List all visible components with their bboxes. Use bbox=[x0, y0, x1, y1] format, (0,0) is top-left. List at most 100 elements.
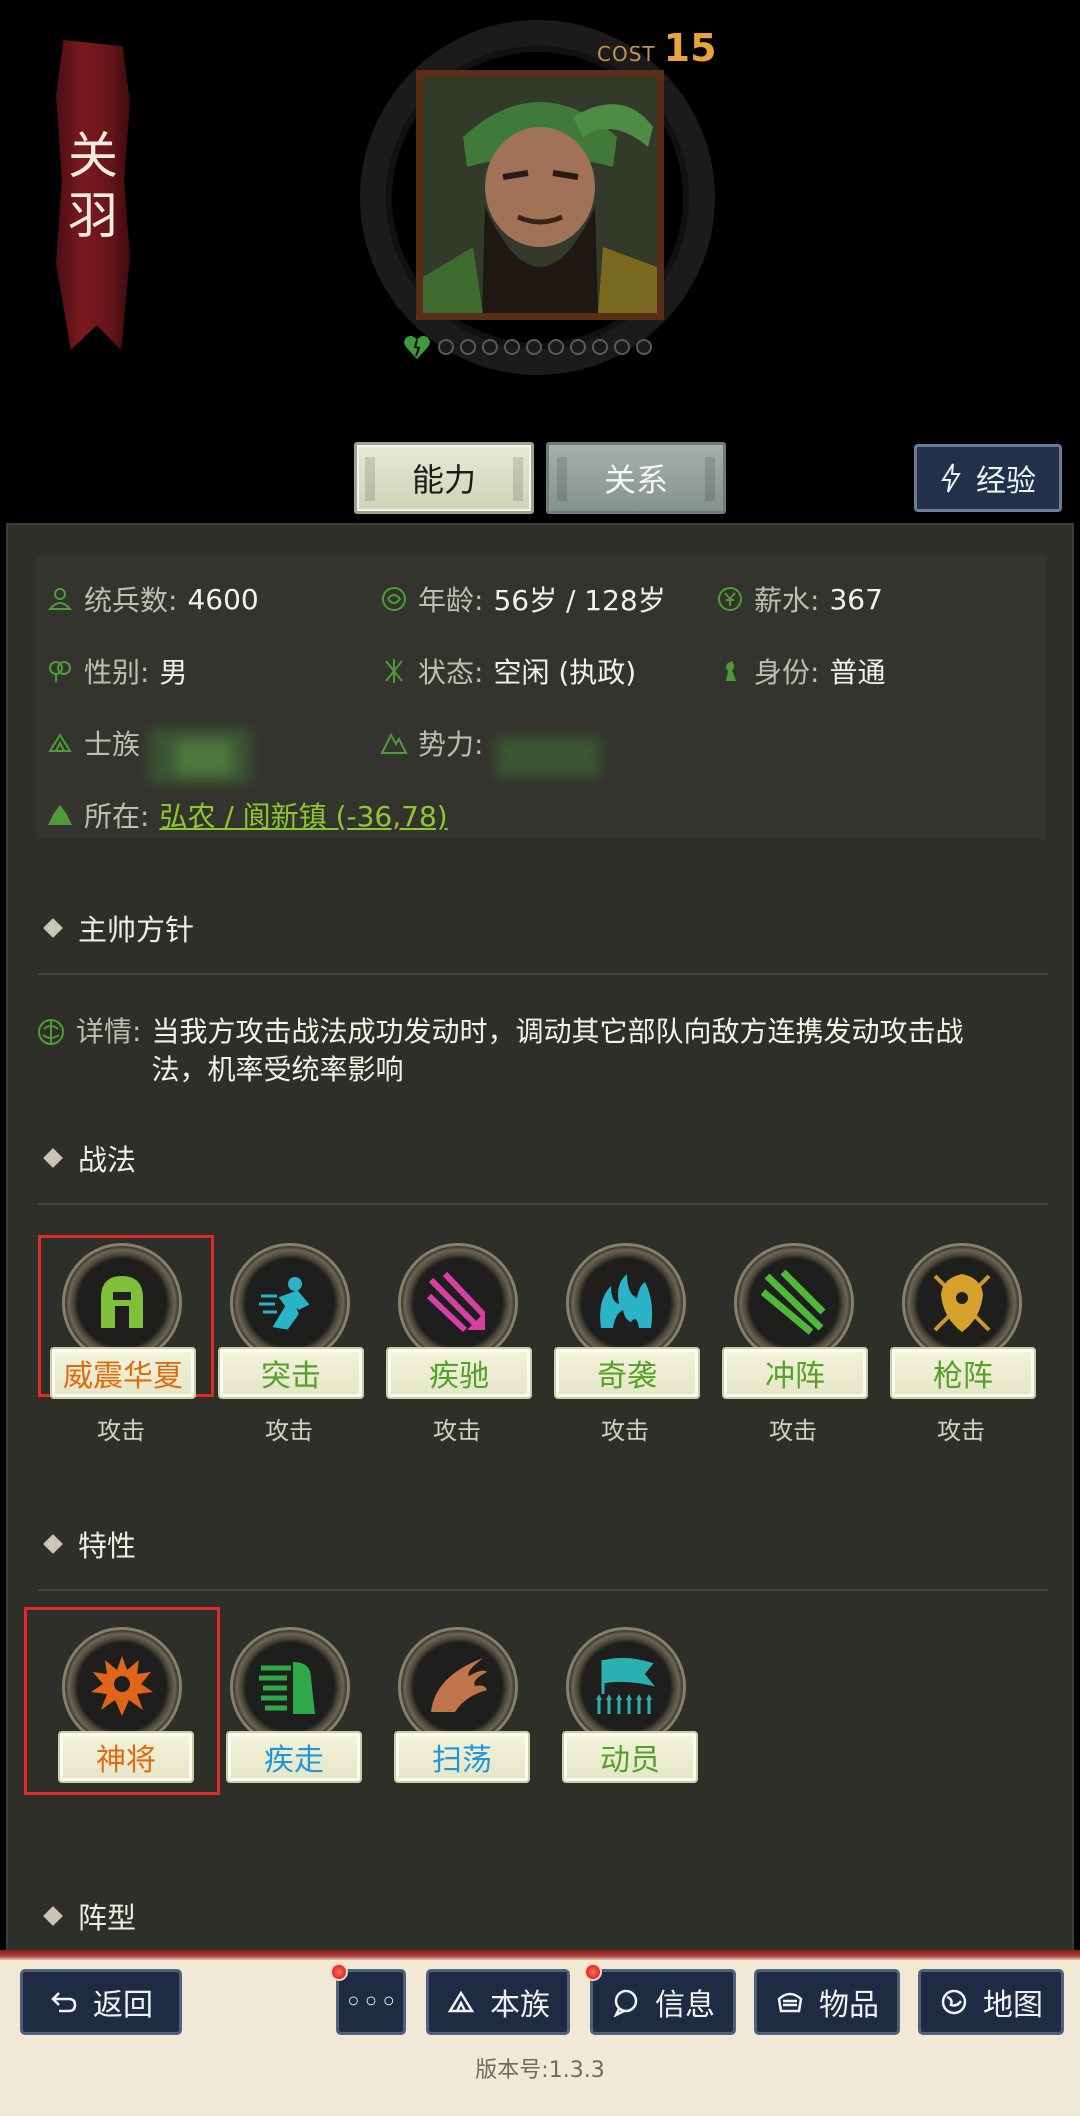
loyalty-dot bbox=[592, 339, 608, 355]
message-button[interactable]: 信息 bbox=[590, 1969, 736, 2035]
tactic-type: 攻击 bbox=[433, 1417, 481, 1445]
salary-label: 薪水: bbox=[754, 584, 820, 617]
loyalty-row bbox=[402, 332, 652, 362]
sweep-wave-icon bbox=[398, 1627, 518, 1747]
flame-icon bbox=[566, 1243, 686, 1363]
clan-label: 本族 bbox=[490, 1988, 550, 2023]
trait-name: 疾走 bbox=[226, 1731, 362, 1783]
hero-name-banner: 关 羽 bbox=[56, 40, 130, 350]
location-link[interactable]: 弘农 / 阆新镇 (-36,78) bbox=[159, 795, 447, 835]
loyalty-dot bbox=[614, 339, 630, 355]
strategy-title: 主帅方针 bbox=[78, 913, 195, 947]
formation-title: 阵型 bbox=[78, 1901, 137, 1935]
more-label: ◦◦◦ bbox=[344, 1984, 398, 2020]
detail-label: 详情: bbox=[76, 1015, 142, 1048]
tactic-name: 威震华夏 bbox=[50, 1347, 196, 1399]
gender-label: 性别: bbox=[84, 656, 150, 689]
heart-icon bbox=[404, 336, 430, 359]
salary-value: 367 bbox=[829, 582, 883, 616]
divider bbox=[38, 1589, 1048, 1591]
hero-portrait[interactable] bbox=[416, 70, 664, 320]
tactic-weizhenhuaxia[interactable]: 威震华夏 攻击 bbox=[46, 1243, 196, 1445]
divider bbox=[38, 973, 1048, 975]
status-info: 状态: 空闲 (执政) bbox=[380, 651, 636, 691]
status-value: 空闲 (执政) bbox=[493, 656, 637, 689]
trait-name: 神将 bbox=[58, 1731, 194, 1783]
status-icon bbox=[385, 659, 403, 683]
brain-icon bbox=[38, 1019, 64, 1045]
tactic-name: 奇袭 bbox=[554, 1347, 700, 1399]
hero-portrait-image bbox=[423, 77, 657, 313]
troops-label: 统兵数: bbox=[84, 584, 178, 617]
back-button[interactable]: 返回 bbox=[20, 1969, 182, 2035]
trait-name: 动员 bbox=[562, 1731, 698, 1783]
trait-shenjiang[interactable]: 神将 bbox=[46, 1627, 196, 1807]
tactic-chongzhen[interactable]: 冲阵 攻击 bbox=[718, 1243, 868, 1445]
items-button[interactable]: 物品 bbox=[754, 1969, 900, 2035]
cost-display: COST 15 bbox=[597, 26, 717, 70]
age-icon bbox=[382, 587, 406, 611]
map-button[interactable]: 地图 bbox=[918, 1969, 1064, 2035]
chess-piece-icon bbox=[726, 661, 736, 681]
cost-label: COST bbox=[597, 42, 656, 66]
clan-button[interactable]: 本族 bbox=[426, 1969, 570, 2035]
traits-section-title: 特性 bbox=[43, 1523, 136, 1565]
arrows-icon bbox=[398, 1243, 518, 1363]
yen-coin-icon bbox=[718, 587, 742, 611]
notification-dot bbox=[584, 1963, 602, 1981]
bag-icon bbox=[777, 1992, 803, 2013]
footer-edge bbox=[0, 1950, 1080, 1960]
cost-value: 15 bbox=[663, 26, 717, 70]
gender-info: 性别: 男 bbox=[46, 651, 187, 691]
tactic-jichi[interactable]: 疾驰 攻击 bbox=[382, 1243, 532, 1445]
ability-panel: 统兵数: 4600 年龄: 56岁 / 128岁 薪水: 367 性别: 男 状… bbox=[6, 523, 1074, 1958]
identity-value: 普通 bbox=[829, 656, 886, 689]
status-label: 状态: bbox=[418, 656, 484, 689]
trait-name: 扫荡 bbox=[394, 1731, 530, 1783]
experience-label: 经验 bbox=[976, 464, 1036, 499]
running-figure-icon bbox=[230, 1627, 350, 1747]
tactics-section-title: 战法 bbox=[43, 1137, 137, 1179]
loyalty-dot bbox=[460, 339, 476, 355]
loyalty-dot bbox=[636, 339, 652, 355]
banner-flag-icon bbox=[566, 1627, 686, 1747]
lightning-icon bbox=[941, 463, 961, 493]
trait-jizou[interactable]: 疾走 bbox=[214, 1627, 364, 1807]
tactic-name: 突击 bbox=[218, 1347, 364, 1399]
loyalty-dot bbox=[438, 339, 454, 355]
version-text: 版本号:1.3.3 bbox=[475, 2058, 605, 2083]
tactic-qixi[interactable]: 奇袭 攻击 bbox=[550, 1243, 700, 1445]
strategy-section-title: 主帅方针 bbox=[43, 907, 195, 949]
tab-ability[interactable]: 能力 bbox=[354, 442, 534, 514]
age-value: 56岁 / 128岁 bbox=[493, 584, 666, 617]
age-label: 年龄: bbox=[418, 584, 484, 617]
back-label: 返回 bbox=[93, 1988, 153, 2023]
experience-button[interactable]: 经验 bbox=[914, 444, 1062, 512]
tactic-qiangzhen[interactable]: 枪阵 攻击 bbox=[886, 1243, 1036, 1445]
notification-dot bbox=[330, 1963, 348, 1981]
diamond-bullet-icon bbox=[43, 1148, 63, 1168]
tactic-name: 疾驰 bbox=[386, 1347, 532, 1399]
tactics-title: 战法 bbox=[78, 1143, 137, 1177]
more-button[interactable]: ◦◦◦ bbox=[336, 1969, 406, 2035]
troops-info: 统兵数: 4600 bbox=[46, 579, 259, 619]
trait-saodang[interactable]: 扫荡 bbox=[382, 1627, 532, 1807]
loyalty-dot bbox=[504, 339, 520, 355]
identity-info: 身份: 普通 bbox=[716, 651, 885, 691]
trait-dongyuan[interactable]: 动员 bbox=[550, 1627, 700, 1807]
formation-section-title: 阵型 bbox=[43, 1895, 137, 1937]
loyalty-dot bbox=[570, 339, 586, 355]
diamond-bullet-icon bbox=[43, 1906, 63, 1926]
clan-icon bbox=[447, 1990, 475, 2013]
loyalty-dot bbox=[526, 339, 542, 355]
helmet-icon bbox=[62, 1243, 182, 1363]
diamond-bullet-icon bbox=[43, 918, 63, 938]
castle-icon bbox=[48, 805, 72, 825]
divider bbox=[38, 1203, 1048, 1205]
tab-ability-label: 能力 bbox=[411, 461, 476, 499]
clan-info: 士族 bbox=[46, 723, 140, 763]
tactic-type: 攻击 bbox=[265, 1417, 313, 1445]
tactic-tuji[interactable]: 突击 攻击 bbox=[214, 1243, 364, 1445]
tab-relation[interactable]: 关系 bbox=[546, 442, 726, 514]
location-info: 所在: 弘农 / 阆新镇 (-36,78) bbox=[46, 795, 448, 835]
